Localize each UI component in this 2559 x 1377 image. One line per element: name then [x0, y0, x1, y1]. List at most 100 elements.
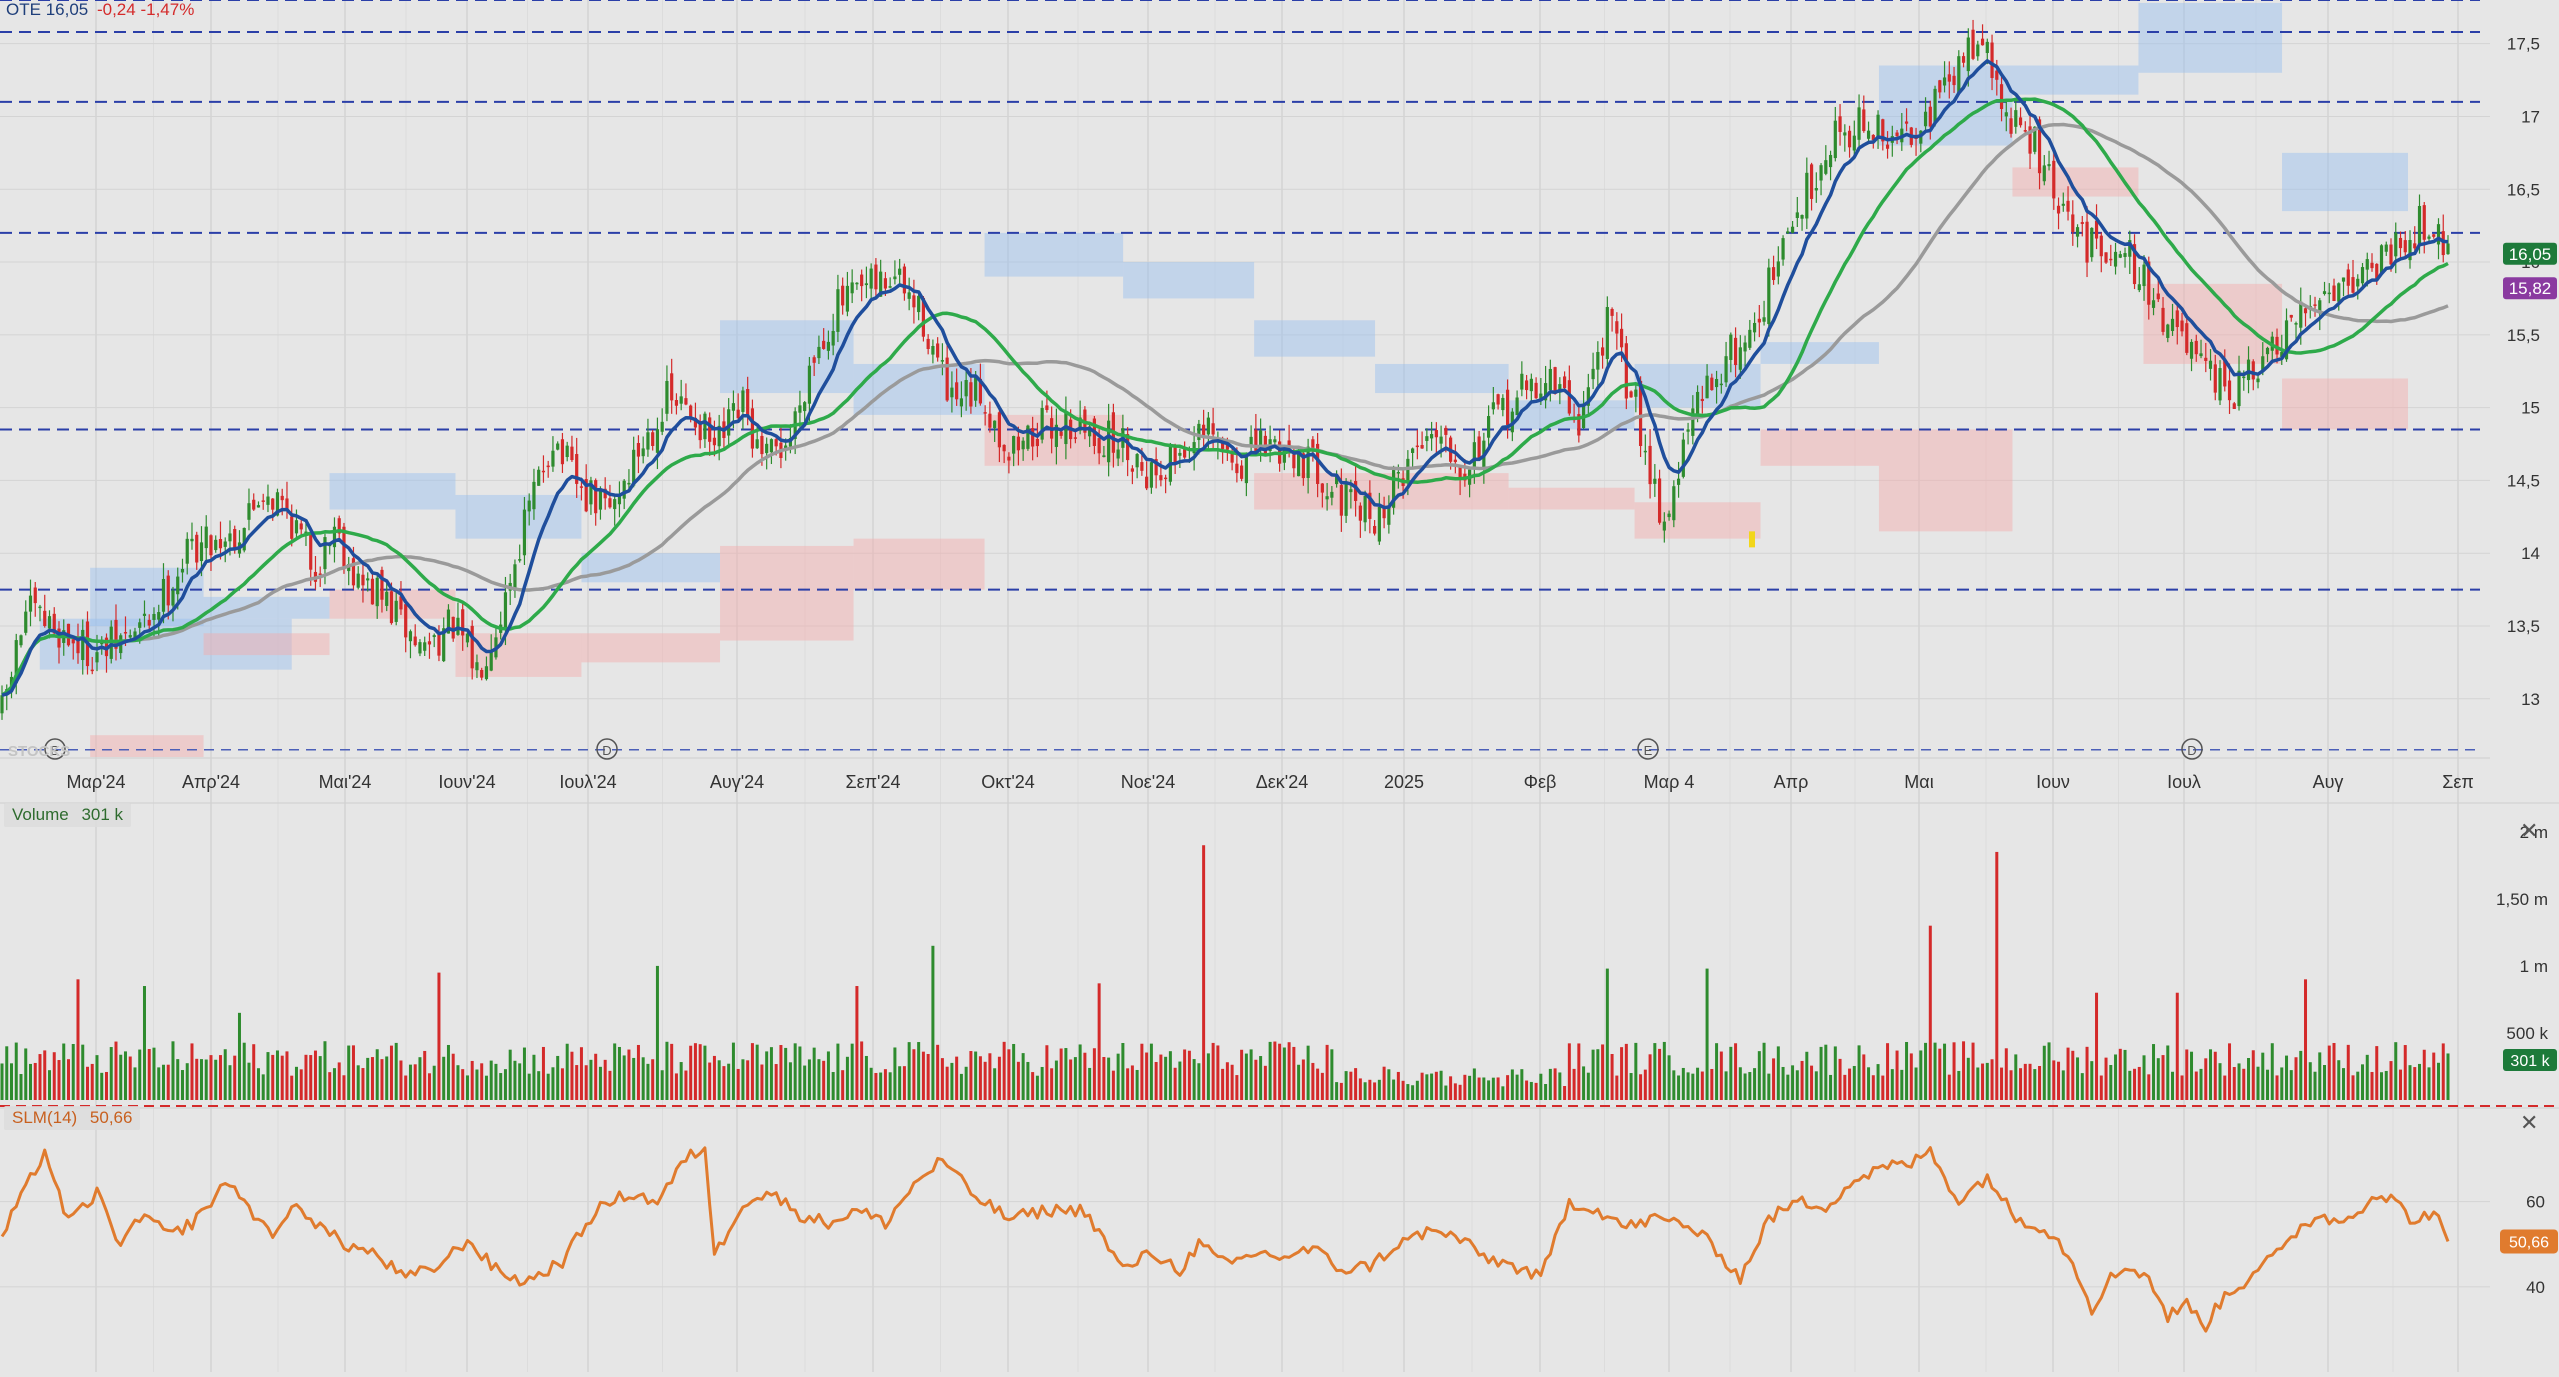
candle-body: [864, 283, 869, 286]
volume-bar: [1710, 1068, 1714, 1100]
candle-body: [1648, 445, 1652, 485]
candle-body: [608, 498, 612, 508]
volume-bar: [1401, 1080, 1405, 1100]
volume-bar: [1819, 1046, 1823, 1100]
volume-bar: [399, 1060, 403, 1100]
candle-body: [2170, 318, 2175, 332]
candle-body: [1045, 405, 1049, 410]
candle-body: [1501, 397, 1505, 411]
volume-bar: [1515, 1074, 1519, 1100]
slm-tick-label: 40: [2526, 1278, 2545, 1297]
volume-bar: [2285, 1055, 2289, 1100]
volume-bar: [518, 1063, 522, 1100]
volume-bar: [347, 1045, 351, 1100]
volume-bar: [1943, 1043, 1947, 1100]
candle-body: [2413, 243, 2417, 249]
volume-bar: [157, 1067, 161, 1100]
volume-bar: [1643, 1069, 1647, 1100]
candle-body: [1719, 383, 1723, 386]
candle-body: [1325, 496, 1329, 500]
volume-bar: [1753, 1068, 1757, 1100]
candle-body: [2161, 307, 2165, 332]
candle-body: [2218, 368, 2222, 401]
volume-bar: [1724, 1071, 1728, 1100]
candle-body: [1026, 425, 1030, 449]
candle-body: [993, 420, 997, 429]
volume-bar: [1073, 1057, 1077, 1100]
candle-body: [2351, 277, 2355, 293]
volume-bar: [2418, 1063, 2422, 1100]
price-tick-label: 15,5: [2507, 326, 2540, 345]
volume-legend-label: Volume: [12, 805, 69, 824]
volume-bar: [1202, 845, 1206, 1100]
candle-body: [898, 268, 902, 275]
candle-body: [1619, 328, 1624, 348]
candle-body: [1695, 391, 1700, 417]
volume-bar: [2080, 1073, 2084, 1100]
candle-body: [1406, 458, 1410, 484]
candle-body: [917, 295, 921, 313]
candle-body: [1615, 321, 1619, 334]
volume-bar: [888, 1072, 892, 1100]
candle-body: [1425, 436, 1429, 441]
volume-bar: [693, 1043, 697, 1100]
slm-legend-value: 50,66: [89, 1108, 133, 1127]
demand-zone: [1634, 502, 1761, 539]
supply-zone: [329, 473, 456, 510]
volume-bar: [964, 1066, 968, 1100]
volume-close-icon[interactable]: ✕: [2520, 818, 2538, 844]
volume-bar: [841, 1070, 845, 1100]
price-tick-label: 14,5: [2507, 471, 2540, 490]
volume-bar: [1434, 1071, 1438, 1100]
candle-body: [746, 388, 750, 416]
candle-body: [1857, 107, 1861, 140]
volume-bar: [546, 1073, 550, 1100]
volume-bar: [541, 1046, 545, 1100]
demand-zone: [853, 538, 985, 590]
volume-bar: [214, 1059, 218, 1100]
candle-body: [2237, 370, 2241, 407]
candle-body: [2042, 165, 2046, 182]
candle-body: [594, 480, 598, 514]
volume-bar: [684, 1070, 688, 1100]
volume-bar: [1909, 1053, 1913, 1100]
candle-body: [489, 650, 493, 671]
volume-bar: [807, 1059, 811, 1100]
volume-bar: [627, 1049, 631, 1100]
volume-bar: [2156, 1058, 2160, 1100]
candle-body: [0, 695, 4, 714]
candle-body: [161, 578, 166, 612]
candle-body: [518, 559, 522, 561]
candle-body: [532, 481, 536, 510]
volume-bar: [736, 1068, 740, 1100]
volume-bar: [1681, 1067, 1685, 1100]
candle-body: [1130, 468, 1134, 472]
chart-svg: 1313,51414,51515,51616,51717,516,0515,82…: [0, 0, 2559, 1372]
volume-bar: [1525, 1080, 1529, 1100]
key-levels: [0, 0, 2480, 751]
volume-bar: [2004, 1048, 2008, 1100]
price-tick-label: 17,5: [2507, 35, 2540, 54]
candle-body: [309, 532, 313, 570]
volume-bar: [617, 1046, 621, 1100]
candle-body: [43, 610, 47, 627]
candle-body: [28, 595, 33, 612]
volume-bar: [2090, 1061, 2094, 1100]
volume-bar: [1624, 1043, 1628, 1100]
volume-bar: [461, 1069, 465, 1100]
candle-body: [655, 429, 660, 453]
volume-bar: [874, 1072, 878, 1100]
volume-legend-value: 301 k: [81, 805, 124, 824]
volume-bar: [24, 1048, 28, 1100]
volume-bar: [608, 1070, 612, 1100]
volume-bar: [2251, 1050, 2255, 1100]
volume-bar: [1154, 1061, 1158, 1100]
volume-bar: [81, 1044, 85, 1100]
candle-body: [1976, 44, 1980, 57]
candle-body: [2014, 110, 2018, 127]
candle-body: [418, 642, 422, 654]
candle-body: [2080, 222, 2084, 224]
volume-bar: [161, 1064, 165, 1100]
candle-body: [152, 613, 156, 620]
slm-close-icon[interactable]: ✕: [2520, 1110, 2538, 1136]
